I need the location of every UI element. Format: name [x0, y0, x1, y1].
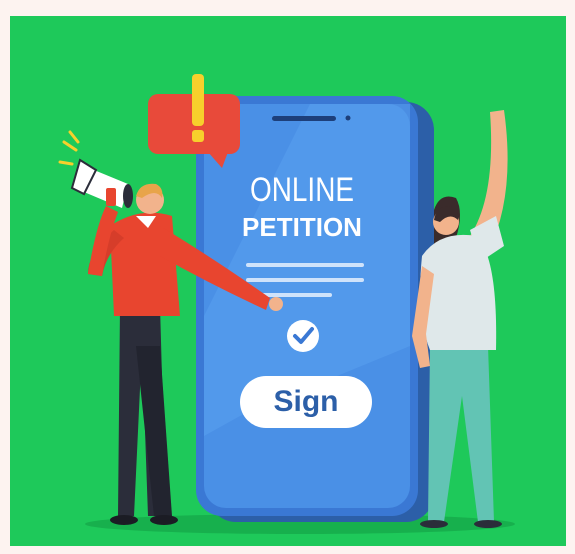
petition-title-line1: ONLINE — [250, 171, 354, 209]
petition-title-line2: PETITION — [242, 212, 362, 242]
checkmark-icon — [287, 320, 319, 352]
smartphone — [196, 96, 434, 522]
megaphone-icon — [70, 158, 133, 208]
sound-lines — [58, 130, 80, 166]
online-petition-illustration: ONLINE PETITION Sign — [58, 74, 515, 534]
sign-button-label: Sign — [274, 385, 339, 418]
exclamation-icon — [192, 74, 204, 142]
illustration-card: ONLINE PETITION Sign — [10, 16, 566, 546]
alert-bubble — [148, 74, 240, 168]
sign-button[interactable]: Sign — [240, 376, 372, 428]
